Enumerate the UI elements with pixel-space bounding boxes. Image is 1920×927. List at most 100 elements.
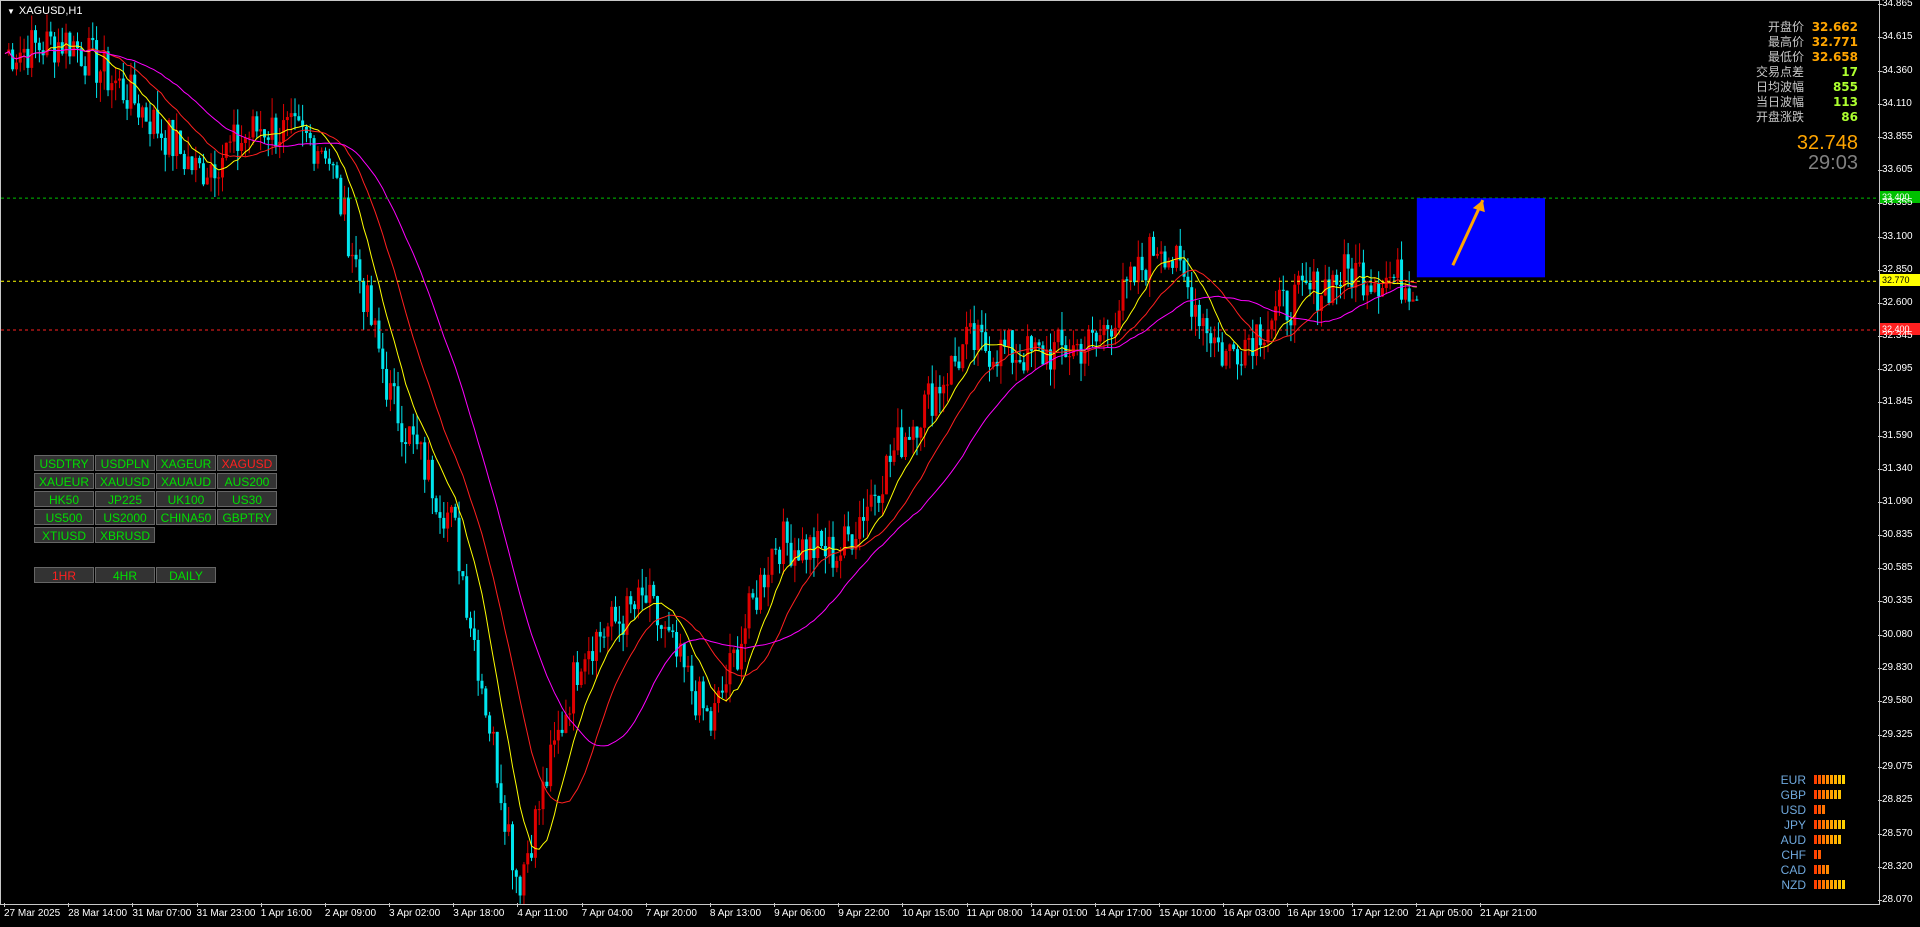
strength-bar <box>1822 835 1825 844</box>
dropdown-triangle-icon[interactable]: ▼ <box>7 7 15 16</box>
symbol-button-xaueur[interactable]: XAUEUR <box>34 473 94 489</box>
candle-body <box>362 280 366 312</box>
symbol-button-hk50[interactable]: HK50 <box>34 491 94 507</box>
candle-body <box>655 596 659 626</box>
time-tick-mark <box>581 903 583 907</box>
candle-body <box>629 596 633 605</box>
candle-body <box>385 368 389 400</box>
candle-body <box>1308 282 1312 290</box>
strength-bar <box>1818 820 1821 829</box>
candle-body <box>831 536 835 568</box>
candle-body <box>217 177 221 179</box>
candle-body <box>827 536 831 557</box>
candle-body <box>816 530 820 558</box>
symbol-button-xauusd[interactable]: XAUUSD <box>95 473 155 489</box>
candle-body <box>1018 360 1022 363</box>
price-tick-label: 34.110 <box>1882 97 1912 109</box>
price-tick-label: 29.830 <box>1882 661 1913 673</box>
symbol-button-us500[interactable]: US500 <box>34 509 94 525</box>
symbol-button-usdtry[interactable]: USDTRY <box>34 455 94 471</box>
candle-body <box>1171 260 1175 268</box>
time-tick-label: 16 Apr 03:00 <box>1223 908 1281 919</box>
currency-strength-bars <box>1814 865 1829 874</box>
price-plot[interactable] <box>1 1 1879 904</box>
candle-body <box>312 138 316 164</box>
symbol-button-us30[interactable]: US30 <box>217 491 277 507</box>
stat-value: 113 <box>1832 95 1858 109</box>
symbol-button-xbrusd[interactable]: XBRUSD <box>95 527 155 543</box>
symbol-button-us2000[interactable]: US2000 <box>95 509 155 525</box>
symbol-button-xagusd[interactable]: XAGUSD <box>217 455 277 471</box>
time-tick-label: 3 Apr 18:00 <box>453 908 505 919</box>
candle-body <box>835 560 839 568</box>
timeframe-button-4hr[interactable]: 4HR <box>95 567 155 583</box>
candle-body <box>1220 342 1224 366</box>
candle-body <box>1121 279 1125 311</box>
candle-body <box>1396 259 1400 278</box>
strength-bar <box>1822 820 1825 829</box>
symbol-button-jp225[interactable]: JP225 <box>95 491 155 507</box>
strength-bar <box>1838 880 1841 889</box>
strength-bar <box>1834 880 1837 889</box>
price-tick-label: 33.855 <box>1882 131 1913 143</box>
strength-bar <box>1818 775 1821 784</box>
symbol-button-china50[interactable]: CHINA50 <box>156 509 216 525</box>
candle-body <box>365 285 369 312</box>
symbol-button-uk100[interactable]: UK100 <box>156 491 216 507</box>
candle-body <box>163 137 167 155</box>
candle-body <box>228 141 232 143</box>
candle-body <box>1033 342 1037 351</box>
candle-body <box>965 326 969 345</box>
candle-body <box>1339 284 1343 287</box>
candle-body <box>26 48 30 68</box>
candle-body <box>575 662 579 686</box>
candle-body <box>236 124 240 151</box>
candle-body <box>110 83 114 91</box>
candle-body <box>1194 304 1198 317</box>
price-tick-mark <box>1878 170 1882 172</box>
candle-body <box>881 494 885 503</box>
candle-body <box>743 628 747 644</box>
candle-body <box>892 450 896 462</box>
symbol-button-usdpln[interactable]: USDPLN <box>95 455 155 471</box>
candle-body <box>1106 325 1110 330</box>
candle-body <box>904 436 908 457</box>
candle-body <box>759 574 763 610</box>
price-tick-label: 31.590 <box>1882 429 1913 441</box>
strength-bar <box>1834 790 1837 799</box>
stat-value: 32.662 <box>1811 20 1858 34</box>
candle-body <box>942 384 946 394</box>
candle-body <box>430 459 434 499</box>
candle-body <box>1270 320 1274 330</box>
timeframe-button-daily[interactable]: DAILY <box>156 567 216 583</box>
symbol-button-aus200[interactable]: AUS200 <box>217 473 277 489</box>
candle-body <box>865 506 869 521</box>
candle-body <box>1136 256 1140 283</box>
symbol-button-xauaud[interactable]: XAUAUD <box>156 473 216 489</box>
candle-body <box>545 781 549 787</box>
candle-body <box>182 153 186 170</box>
candle-body <box>350 254 354 257</box>
candle-body <box>476 639 480 681</box>
candle-body <box>1228 344 1232 351</box>
price-tick-mark <box>1878 601 1882 603</box>
candle-body <box>510 824 514 871</box>
candle-body <box>205 177 209 185</box>
candle-body <box>560 729 564 733</box>
candle-body <box>137 103 141 118</box>
candle-body <box>11 49 15 70</box>
candle-body <box>438 512 442 518</box>
candle-body <box>34 30 38 43</box>
candle-body <box>171 119 175 157</box>
currency-strength-row: CAD <box>1776 862 1845 877</box>
candle-body <box>133 74 137 104</box>
candle-body <box>114 80 118 84</box>
symbol-button-xageur[interactable]: XAGEUR <box>156 455 216 471</box>
time-tick-mark <box>324 903 326 907</box>
chart-area[interactable]: ▼ XAGUSD,H1 <box>0 0 1880 905</box>
timeframe-button-1hr[interactable]: 1HR <box>34 567 94 583</box>
symbol-button-xtiusd[interactable]: XTIUSD <box>34 527 94 543</box>
symbol-button-gbptry[interactable]: GBPTRY <box>217 509 277 525</box>
candle-body <box>457 517 461 572</box>
candle-body <box>987 350 991 367</box>
